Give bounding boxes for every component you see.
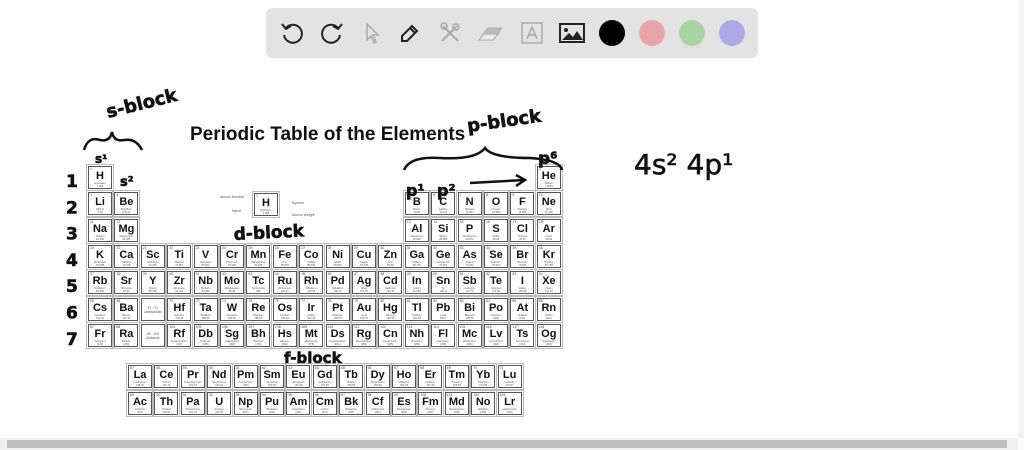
arrow-icon <box>469 173 528 188</box>
period-number: 1 <box>66 172 78 192</box>
p6-note: p⁶ <box>538 149 558 169</box>
period-numbers: 1 2 3 4 5 6 7 <box>66 172 79 350</box>
scrollbar-thumb[interactable] <box>7 440 1007 448</box>
horizontal-scrollbar[interactable] <box>0 438 1018 450</box>
p2-note: p² <box>437 181 455 200</box>
electron-config-note: 4s² 4p¹ <box>634 148 733 181</box>
handwritten-annotations: s-block s¹ s² p-block p¹ p² p⁶ d-block f… <box>66 84 734 367</box>
p1-note: p¹ <box>406 181 424 200</box>
s2-note: s² <box>120 175 133 190</box>
period-number: 4 <box>66 251 78 271</box>
period-number: 2 <box>66 198 78 218</box>
period-number: 7 <box>66 330 78 350</box>
f-block-note: f-block <box>284 349 343 367</box>
s-block-note: s-block <box>104 85 180 123</box>
period-number: 3 <box>66 225 78 245</box>
d-block-note: d-block <box>233 221 305 245</box>
s-block-brace <box>82 131 144 151</box>
p-block-note: p-block <box>466 106 544 137</box>
vertical-scrollbar[interactable] <box>1018 0 1024 438</box>
period-number: 5 <box>66 277 78 297</box>
period-number: 6 <box>66 304 78 324</box>
s1-note: s¹ <box>95 152 107 166</box>
